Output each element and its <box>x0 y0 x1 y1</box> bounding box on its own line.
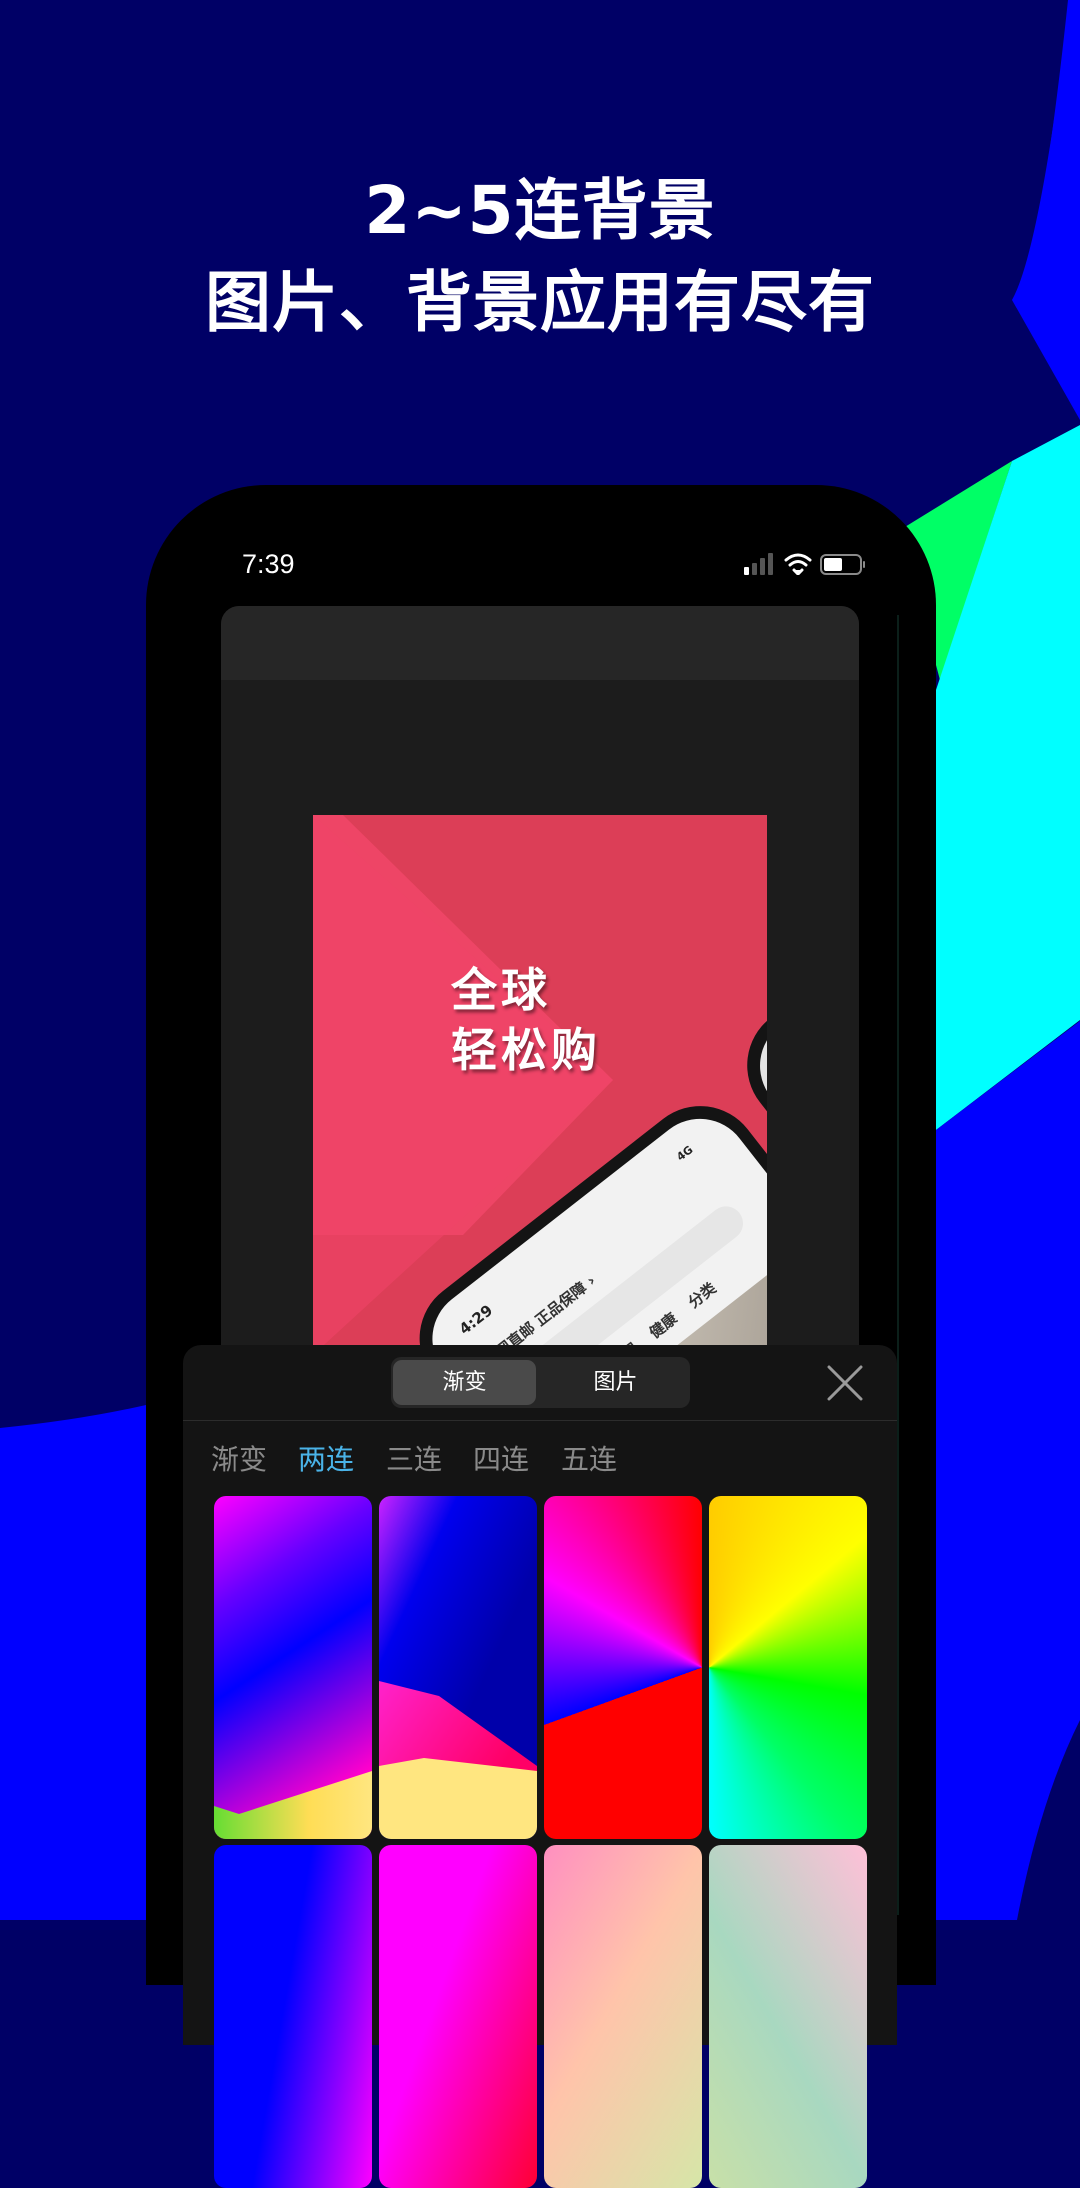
poster-preview[interactable]: 全球 轻松购 4:29 4G 官网直邮 正品保障 › 美妆 男士 母婴 健康 分… <box>313 815 767 1355</box>
status-time: 7:39 <box>242 549 295 579</box>
subtab-gradient[interactable]: 渐变 <box>211 1440 267 1480</box>
gradient-tile-conic-rainbow[interactable] <box>709 1496 867 1839</box>
status-icons <box>744 553 865 575</box>
gradient-tile-sage-pink[interactable] <box>709 1845 867 2188</box>
battery-icon <box>820 554 865 575</box>
gradient-tile-blue-violet[interactable] <box>214 1845 372 2188</box>
segment-image[interactable]: 图片 <box>544 1360 687 1405</box>
headline-line-2: 图片、背景应用有尽有 <box>205 264 875 341</box>
bezel-line <box>897 615 899 1915</box>
editor-header <box>221 606 859 680</box>
subtab-two[interactable]: 两连 <box>298 1440 354 1480</box>
headline-line-1: 2~5连背景 <box>364 172 716 249</box>
mini-signal: 4G <box>674 1143 696 1164</box>
gradient-tile-conic-pink-blue[interactable] <box>544 1496 702 1839</box>
segment-gradient[interactable]: 渐变 <box>393 1360 536 1405</box>
segmented-control: 渐变 图片 <box>391 1357 690 1408</box>
gradient-tile-pink-peach-green[interactable] <box>544 1845 702 2188</box>
gradient-tile-magenta-blue-lime[interactable] <box>214 1496 372 1839</box>
close-icon[interactable] <box>823 1361 867 1405</box>
background-picker-sheet: 渐变 图片 渐变 两连 三连 四连 五连 <box>183 1345 897 2188</box>
wifi-icon <box>784 553 812 575</box>
phone-mockup: 7:39 全球 轻松购 4:29 4G 官网直邮 正品保障 › 渐变 图片 渐变… <box>146 485 936 2188</box>
poster-title-line-2: 轻松购 <box>451 1023 601 1077</box>
sheet-divider <box>183 1420 897 1421</box>
mini-status-time: 4:29 <box>455 1301 497 1339</box>
background-blue-lower <box>0 1405 146 1920</box>
subtab-four[interactable]: 四连 <box>473 1440 529 1480</box>
gradient-tile-magenta-red[interactable] <box>379 1845 537 2188</box>
subtab-five[interactable]: 五连 <box>561 1440 617 1480</box>
subtab-three[interactable]: 三连 <box>386 1440 442 1480</box>
signal-icon <box>744 553 773 575</box>
poster-title-line-1: 全球 <box>451 963 551 1017</box>
gradient-tile-blue-pink-yellow[interactable] <box>379 1496 537 1839</box>
